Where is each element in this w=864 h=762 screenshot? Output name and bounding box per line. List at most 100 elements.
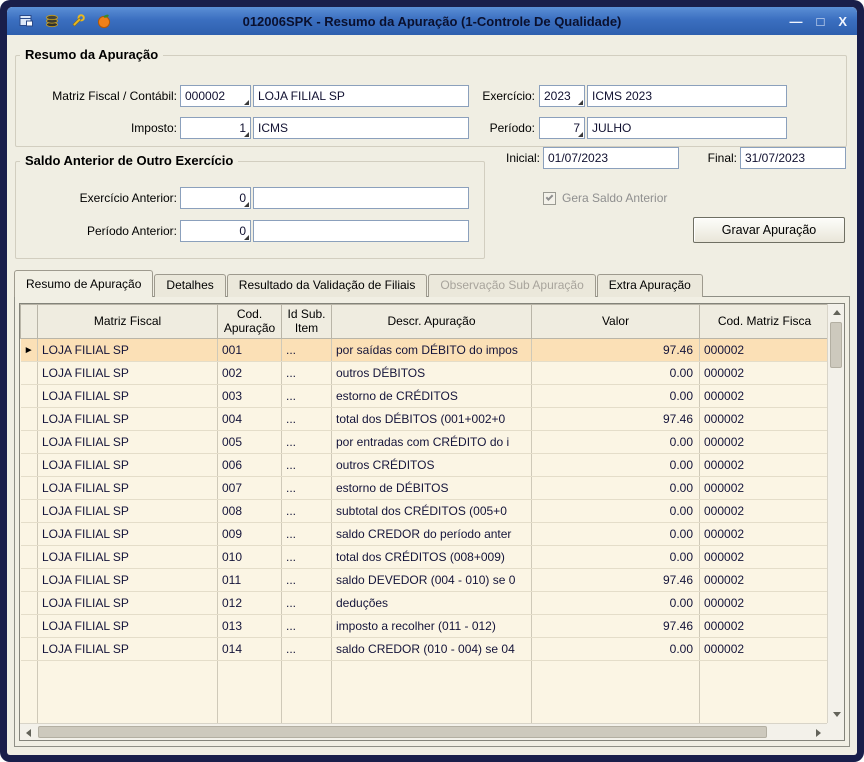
cell[interactable]: ... <box>282 638 332 661</box>
coins-icon[interactable] <box>43 12 61 30</box>
cell[interactable]: 97.46 <box>532 569 700 592</box>
cell[interactable]: 0.00 <box>532 546 700 569</box>
cell[interactable]: imposto a recolher (011 - 012) <box>332 615 532 638</box>
cell[interactable]: estorno de DÉBITOS <box>332 477 532 500</box>
cell[interactable]: 010 <box>218 546 282 569</box>
cell[interactable]: 000002 <box>700 454 830 477</box>
cell[interactable]: LOJA FILIAL SP <box>38 569 218 592</box>
cell[interactable]: 001 <box>218 339 282 362</box>
row-indicator[interactable] <box>21 500 38 523</box>
row-indicator[interactable] <box>21 431 38 454</box>
cell[interactable]: ... <box>282 477 332 500</box>
row-indicator[interactable]: ► <box>21 339 38 362</box>
cell[interactable]: LOJA FILIAL SP <box>38 592 218 615</box>
cell[interactable]: LOJA FILIAL SP <box>38 546 218 569</box>
row-indicator[interactable] <box>21 385 38 408</box>
row-indicator[interactable] <box>21 592 38 615</box>
minimize-button[interactable]: — <box>789 15 802 28</box>
cell[interactable]: por saídas com DÉBITO do impos <box>332 339 532 362</box>
form-icon[interactable] <box>17 12 35 30</box>
inicial-date-field[interactable]: 01/07/2023 <box>543 147 679 169</box>
cell[interactable]: LOJA FILIAL SP <box>38 638 218 661</box>
row-indicator[interactable] <box>21 362 38 385</box>
cell[interactable]: ... <box>282 454 332 477</box>
cell[interactable]: ... <box>282 362 332 385</box>
row-indicator[interactable] <box>21 638 38 661</box>
cell[interactable]: ... <box>282 500 332 523</box>
cell[interactable]: 000002 <box>700 615 830 638</box>
cell[interactable]: LOJA FILIAL SP <box>38 454 218 477</box>
maximize-button[interactable]: □ <box>816 15 824 28</box>
cell[interactable]: 000002 <box>700 408 830 431</box>
cell[interactable]: LOJA FILIAL SP <box>38 362 218 385</box>
cell[interactable]: 0.00 <box>532 477 700 500</box>
header-valor[interactable]: Valor <box>532 305 700 339</box>
tab-detalhes[interactable]: Detalhes <box>154 274 225 297</box>
tab-resultado-validacao-filiais[interactable]: Resultado da Validação de Filiais <box>227 274 428 297</box>
table-row[interactable]: LOJA FILIAL SP002...outros DÉBITOS0.0000… <box>21 362 830 385</box>
table-row[interactable]: LOJA FILIAL SP003...estorno de CRÉDITOS0… <box>21 385 830 408</box>
cell[interactable]: 006 <box>218 454 282 477</box>
cell[interactable]: total dos DÉBITOS (001+002+0 <box>332 408 532 431</box>
vertical-scrollbar[interactable] <box>827 304 844 723</box>
cell[interactable]: LOJA FILIAL SP <box>38 523 218 546</box>
cell[interactable]: LOJA FILIAL SP <box>38 408 218 431</box>
cell[interactable]: 97.46 <box>532 615 700 638</box>
table-row[interactable]: LOJA FILIAL SP011...saldo DEVEDOR (004 -… <box>21 569 830 592</box>
cell[interactable]: 0.00 <box>532 385 700 408</box>
cell[interactable]: 000002 <box>700 569 830 592</box>
cell[interactable]: LOJA FILIAL SP <box>38 339 218 362</box>
cell[interactable]: 0.00 <box>532 431 700 454</box>
cell[interactable]: 000002 <box>700 477 830 500</box>
periodo-name-field[interactable]: JULHO <box>587 117 787 139</box>
cell[interactable]: estorno de CRÉDITOS <box>332 385 532 408</box>
cell[interactable]: 000002 <box>700 523 830 546</box>
cell[interactable]: 0.00 <box>532 638 700 661</box>
cell[interactable]: saldo CREDOR (010 - 004) se 04 <box>332 638 532 661</box>
cell[interactable]: 002 <box>218 362 282 385</box>
header-id-sub-item[interactable]: Id Sub. Item <box>282 305 332 339</box>
cell[interactable]: outros DÉBITOS <box>332 362 532 385</box>
table-row[interactable]: LOJA FILIAL SP009...saldo CREDOR do perí… <box>21 523 830 546</box>
exercicio-anterior-name-field[interactable] <box>253 187 469 209</box>
header-matriz-fiscal[interactable]: Matriz Fiscal <box>38 305 218 339</box>
exercicio-anterior-field[interactable]: 0 <box>180 187 251 209</box>
cell[interactable]: LOJA FILIAL SP <box>38 615 218 638</box>
cell[interactable]: 005 <box>218 431 282 454</box>
cell[interactable]: saldo DEVEDOR (004 - 010) se 0 <box>332 569 532 592</box>
row-indicator[interactable] <box>21 615 38 638</box>
tab-extra-apuracao[interactable]: Extra Apuração <box>597 274 703 297</box>
cell[interactable]: 009 <box>218 523 282 546</box>
gera-saldo-checkbox[interactable] <box>543 192 556 205</box>
cell[interactable]: LOJA FILIAL SP <box>38 477 218 500</box>
scroll-up-button[interactable] <box>828 304 845 321</box>
cell[interactable]: 0.00 <box>532 500 700 523</box>
table-row[interactable]: LOJA FILIAL SP007...estorno de DÉBITOS0.… <box>21 477 830 500</box>
scroll-left-button[interactable] <box>20 724 37 741</box>
orange-icon[interactable] <box>95 12 113 30</box>
cell[interactable]: 97.46 <box>532 339 700 362</box>
header-descr-apuracao[interactable]: Descr. Apuração <box>332 305 532 339</box>
table-row[interactable]: LOJA FILIAL SP006...outros CRÉDITOS0.000… <box>21 454 830 477</box>
cell[interactable]: 0.00 <box>532 523 700 546</box>
cell[interactable]: por entradas com CRÉDITO do i <box>332 431 532 454</box>
cell[interactable]: 0.00 <box>532 362 700 385</box>
close-button[interactable]: X <box>838 15 847 28</box>
row-indicator[interactable] <box>21 546 38 569</box>
cell[interactable]: ... <box>282 408 332 431</box>
table-row[interactable]: LOJA FILIAL SP008...subtotal dos CRÉDITO… <box>21 500 830 523</box>
table-row[interactable]: LOJA FILIAL SP010...total dos CRÉDITOS (… <box>21 546 830 569</box>
cell[interactable]: 000002 <box>700 592 830 615</box>
cell[interactable]: 000002 <box>700 546 830 569</box>
exercicio-name-field[interactable]: ICMS 2023 <box>587 85 787 107</box>
cell[interactable]: ... <box>282 592 332 615</box>
cell[interactable]: saldo CREDOR do período anter <box>332 523 532 546</box>
imposto-name-field[interactable]: ICMS <box>253 117 469 139</box>
cell[interactable]: ... <box>282 431 332 454</box>
table-row[interactable]: LOJA FILIAL SP012...deduções0.00000002 <box>21 592 830 615</box>
tab-resumo-de-apuracao[interactable]: Resumo de Apuração <box>14 270 153 297</box>
cell[interactable]: LOJA FILIAL SP <box>38 385 218 408</box>
scroll-down-button[interactable] <box>828 706 845 723</box>
cell[interactable]: 013 <box>218 615 282 638</box>
cell[interactable]: total dos CRÉDITOS (008+009) <box>332 546 532 569</box>
